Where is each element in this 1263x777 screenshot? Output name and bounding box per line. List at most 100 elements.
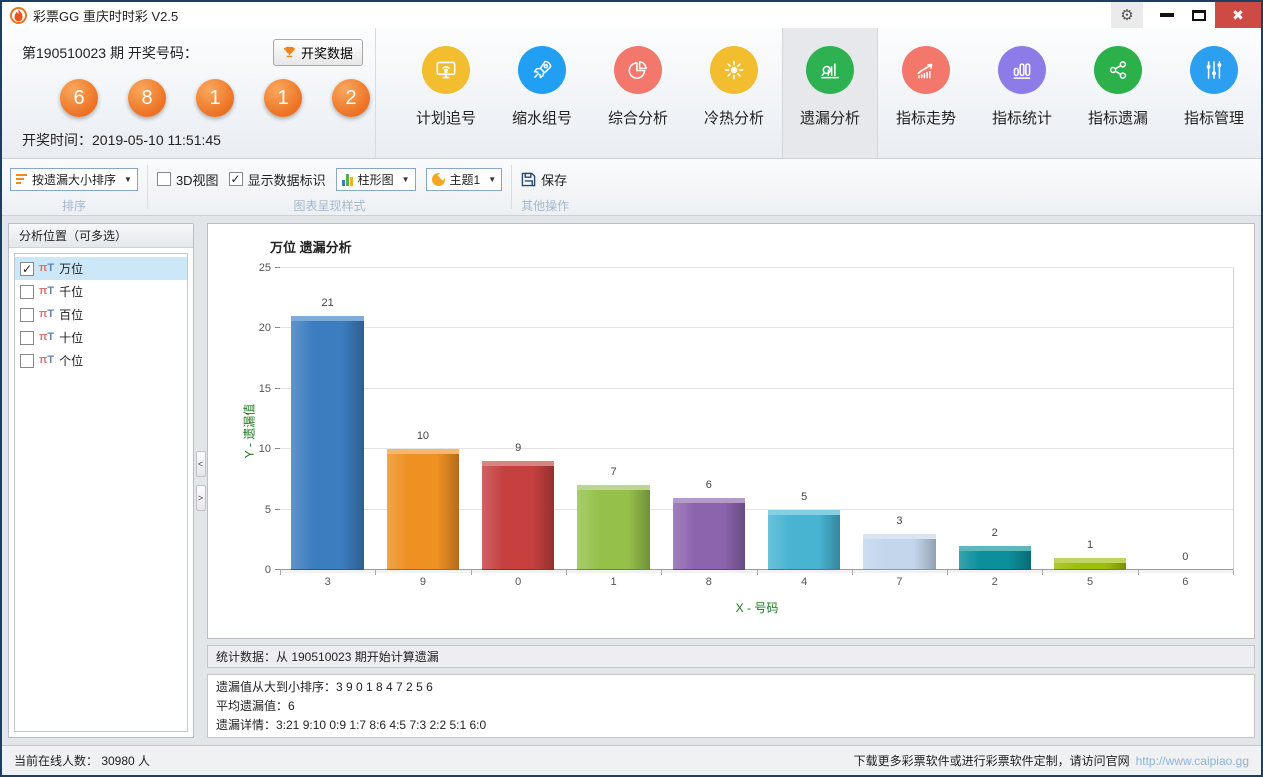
- position-item-ge[interactable]: πT 个位: [15, 349, 187, 372]
- share-icon: [1094, 46, 1142, 94]
- draw-time: 开奖时间：2019-05-10 11:51:45: [22, 130, 375, 150]
- bar-slot: 213: [280, 268, 375, 570]
- bar-slot: 109: [375, 268, 470, 570]
- sliders-icon: [1190, 46, 1238, 94]
- app-window: 彩票GG 重庆时时彩 V2.5 ⚙ ✖ 第190510023 期 开奖号码： 开…: [0, 0, 1263, 777]
- y-axis-label: Y - 遗漏值: [241, 404, 258, 458]
- settings-gear-icon[interactable]: ⚙: [1111, 2, 1143, 28]
- bar-value-label: 9: [471, 442, 566, 454]
- x-tick-label: 5: [1042, 576, 1137, 588]
- stats-header-bar: 统计数据：从 190510023 期开始计算遗漏: [207, 645, 1255, 668]
- view-3d-checkbox[interactable]: 3D视图: [157, 170, 219, 189]
- x-tick-label: 1: [566, 576, 661, 588]
- bar[interactable]: [959, 546, 1031, 570]
- stats-detail-box: 遗漏值从大到小排序：3 9 0 1 8 4 7 2 5 6 平均遗漏值：6 遗漏…: [207, 674, 1255, 738]
- bar-value-label: 0: [1138, 551, 1233, 563]
- position-icon: πT: [39, 332, 54, 343]
- nav-label: 冷热分析: [704, 107, 764, 128]
- x-tick: [1042, 570, 1043, 575]
- nav-item-indicator-manage[interactable]: 指标管理: [1166, 28, 1262, 158]
- chart-type-dropdown[interactable]: 柱形图 ▼: [336, 168, 416, 191]
- sort-order-dropdown[interactable]: 按遗漏大小排序 ▼: [10, 168, 138, 191]
- bar[interactable]: [673, 498, 745, 570]
- draw-numbers: 6 8 1 1 2: [60, 79, 375, 117]
- y-tick-label: 20: [259, 322, 271, 334]
- show-data-labels-checkbox[interactable]: 显示数据标识: [229, 170, 326, 189]
- bar-slot: 06: [1138, 268, 1233, 570]
- collapse-left-icon[interactable]: ˂: [196, 451, 206, 477]
- nav-label: 指标管理: [1184, 107, 1244, 128]
- trophy-icon: [283, 46, 296, 59]
- chart-title: 万位 遗漏分析: [270, 237, 352, 256]
- promo-text: 下载更多彩票软件或进行彩票软件定制，请访问官网: [854, 752, 1130, 769]
- toolbar-separator: [147, 165, 148, 209]
- bar[interactable]: [768, 510, 840, 570]
- x-tick: [471, 570, 472, 575]
- group-label-other: 其他操作: [521, 197, 569, 214]
- checkbox-icon: [20, 285, 34, 299]
- bar-value-label: 7: [566, 466, 661, 478]
- x-tick: [1138, 570, 1139, 575]
- bar[interactable]: [482, 461, 554, 570]
- nav-item-indicator-stats[interactable]: 指标统计: [974, 28, 1070, 158]
- position-item-wan[interactable]: πT 万位: [15, 257, 187, 280]
- bar-slot: 71: [566, 268, 661, 570]
- stats-line-detail: 遗漏详情：3:21 9:10 0:9 1:7 8:6 4:5 7:3 2:2 5…: [216, 716, 1246, 735]
- nav-item-indicator-trend[interactable]: 指标走势: [878, 28, 974, 158]
- bar-chart-icon: [342, 173, 353, 186]
- minimize-button[interactable]: [1151, 2, 1183, 28]
- hot-cold-icon: [710, 46, 758, 94]
- draw-ball: 8: [128, 79, 166, 117]
- toolbar-separator: [511, 165, 512, 209]
- position-icon: πT: [39, 309, 54, 320]
- nav-item-plan-chase[interactable]: 计划追号: [398, 28, 494, 158]
- close-button[interactable]: ✖: [1215, 2, 1261, 28]
- bar[interactable]: [863, 534, 935, 570]
- bar[interactable]: [291, 316, 363, 570]
- bar-value-label: 6: [661, 479, 756, 491]
- position-item-shi[interactable]: πT 十位: [15, 326, 187, 349]
- official-site-link[interactable]: http://www.caipiao.gg: [1136, 754, 1249, 768]
- header: 第190510023 期 开奖号码： 开奖数据 6 8 1 1 2 开奖时间：2…: [2, 28, 1261, 159]
- bar[interactable]: [577, 485, 649, 570]
- checkbox-icon: [20, 354, 34, 368]
- plot-area: 05101520252131099071685437221506: [280, 268, 1234, 570]
- y-tick-label: 15: [259, 383, 271, 395]
- bar-slot: 37: [852, 268, 947, 570]
- x-tick: [375, 570, 376, 575]
- bar-slot: 15: [1042, 268, 1137, 570]
- trend-arrow-icon: [902, 46, 950, 94]
- draw-number-label: 第190510023 期 开奖号码：: [22, 43, 198, 63]
- nav-item-omission-analysis[interactable]: 遗漏分析: [782, 28, 878, 158]
- bar[interactable]: [387, 449, 459, 570]
- stats-line-average: 平均遗漏值：6: [216, 697, 1246, 716]
- nav-item-indicator-omission[interactable]: 指标遗漏: [1070, 28, 1166, 158]
- nav-item-hot-cold-analysis[interactable]: 冷热分析: [686, 28, 782, 158]
- theme-dropdown[interactable]: 主题1 ▼: [426, 168, 503, 191]
- position-item-bai[interactable]: πT 百位: [15, 303, 187, 326]
- nav-label: 综合分析: [608, 107, 668, 128]
- x-tick: [280, 570, 281, 575]
- save-button[interactable]: 保存: [521, 170, 567, 189]
- nav-item-shrink-group[interactable]: 缩水组号: [494, 28, 590, 158]
- sidebar-splitter[interactable]: ˂ ˃: [194, 223, 207, 738]
- draw-data-button[interactable]: 开奖数据: [273, 39, 363, 66]
- nav-label: 指标统计: [992, 107, 1052, 128]
- nav-label: 缩水组号: [512, 107, 572, 128]
- draw-ball: 6: [60, 79, 98, 117]
- sidebar-header: 分析位置（可多选）: [9, 224, 193, 248]
- bar-value-label: 1: [1042, 539, 1137, 551]
- x-tick-label: 3: [280, 576, 375, 588]
- maximize-button[interactable]: [1183, 2, 1215, 28]
- bar-value-label: 21: [280, 297, 375, 309]
- nav-item-comprehensive-analysis[interactable]: 综合分析: [590, 28, 686, 158]
- expand-right-icon[interactable]: ˃: [196, 485, 206, 511]
- pie-chart-icon: [614, 46, 662, 94]
- bar[interactable]: [1054, 558, 1126, 570]
- title-bar: 彩票GG 重庆时时彩 V2.5 ⚙ ✖: [2, 2, 1261, 28]
- status-bar: 当前在线人数： 30980 人 下载更多彩票软件或进行彩票软件定制，请访问官网 …: [2, 745, 1261, 775]
- position-item-qian[interactable]: πT 千位: [15, 280, 187, 303]
- monitor-wifi-icon: [422, 46, 470, 94]
- window-title: 彩票GG 重庆时时彩 V2.5: [33, 6, 178, 25]
- x-tick: [947, 570, 948, 575]
